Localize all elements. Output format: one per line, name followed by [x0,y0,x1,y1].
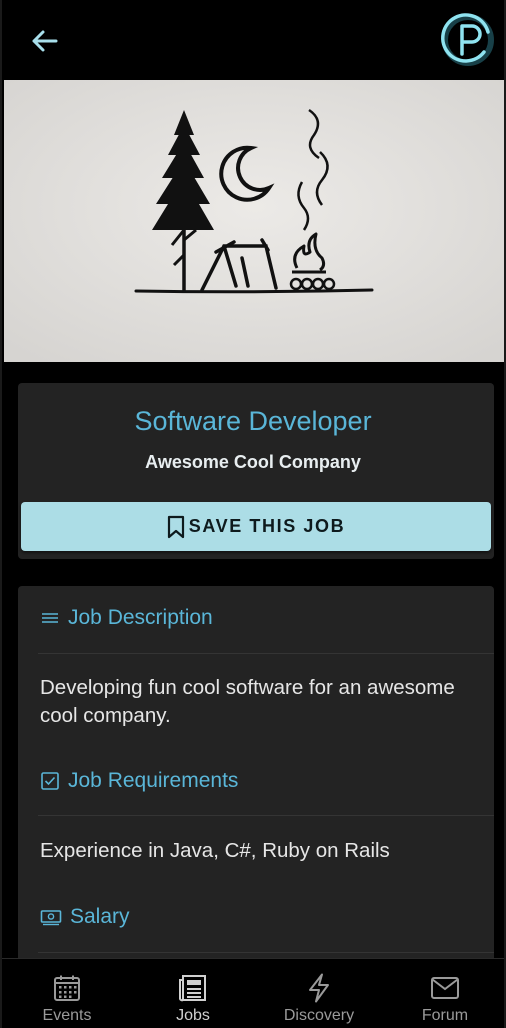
arrow-left-icon [32,30,58,52]
back-button[interactable] [24,22,64,60]
save-job-label: SAVE THIS JOB [188,516,346,536]
nav-item-events[interactable]: Events [4,959,130,1028]
hero-image [4,80,504,362]
divider [38,952,494,953]
app-screen: Software Developer Awesome Cool Company … [0,0,506,1028]
money-icon [40,910,62,926]
job-requirements-heading: Job Requirements [68,769,239,792]
job-description-header[interactable]: Job Description [40,606,213,630]
divider [38,653,494,654]
top-bar [2,0,504,80]
save-job-button[interactable]: SAVE THIS JOB [21,502,491,551]
checkbox-icon [41,772,59,790]
job-title: Software Developer [134,406,372,436]
bottom-navigation: Events Jobs Discovery Forum [2,958,504,1028]
salary-header[interactable]: Salary [40,905,130,929]
app-logo [441,13,494,66]
nav-item-discovery[interactable]: Discovery [256,959,382,1028]
nav-item-forum[interactable]: Forum [382,959,504,1028]
job-requirements-text: Experience in Java, C#, Ruby on Rails [40,839,390,862]
lightning-icon [309,973,329,1003]
calendar-icon [54,975,80,1001]
job-description-heading: Job Description [68,606,213,629]
nav-label-events: Events [42,1007,92,1024]
newspaper-icon [179,975,206,1002]
mail-icon [431,977,459,999]
camping-sketch-illustration [4,80,504,362]
company-name: Awesome Cool Company [145,452,361,472]
nav-label-forum: Forum [421,1007,469,1024]
nav-item-jobs[interactable]: Jobs [130,959,256,1028]
job-description-text: Developing fun cool software for an awes… [40,676,455,727]
nav-label-jobs: Jobs [176,1007,210,1024]
bookmark-icon [167,515,184,538]
job-requirements-header[interactable]: Job Requirements [40,769,238,793]
salary-heading: Salary [70,905,130,928]
nav-label-discovery: Discovery [283,1007,355,1024]
divider [38,815,494,816]
lines-icon [42,613,58,623]
